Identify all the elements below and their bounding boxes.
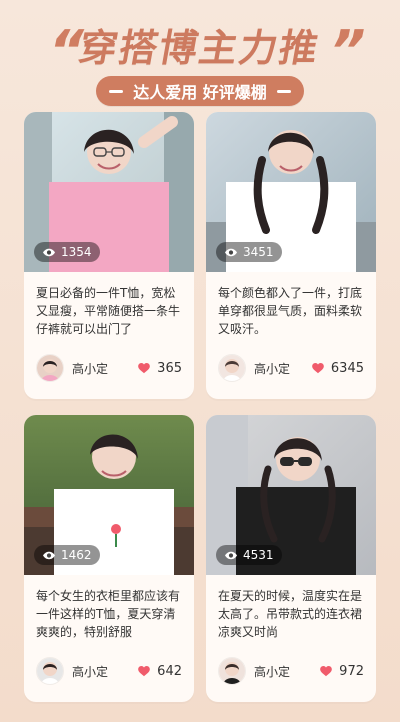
- heart-icon: [319, 665, 333, 677]
- subtitle-right-dash: [276, 89, 291, 93]
- likes[interactable]: 642: [137, 664, 182, 679]
- post-description: 每个颜色都入了一件，打底单穿都很显气质，面料柔软又吸汗。: [218, 286, 363, 336]
- post-card[interactable]: 1462 每个女生的衣柜里都应该有一件这样的T恤，夏天穿清爽爽的，特别舒服 高小: [24, 415, 194, 702]
- card-body: 夏日必备的一件T恤，宽松又显瘦，平常随便搭一条牛仔裤就可以出门了 高小定 365: [24, 272, 194, 395]
- views-count: 3451: [243, 245, 274, 259]
- post-photo[interactable]: 4531: [206, 415, 376, 575]
- right-quote: ”: [321, 19, 372, 84]
- eye-icon: [224, 551, 238, 560]
- post-grid: 1354 夏日必备的一件T恤，宽松又显瘦，平常随便搭一条牛仔裤就可以出门了 高小: [24, 112, 376, 702]
- avatar[interactable]: [218, 657, 246, 685]
- heart-icon: [311, 362, 325, 374]
- subtitle-pill: 达人爱用 好评爆棚: [96, 76, 304, 106]
- author-name[interactable]: 高小定: [72, 360, 137, 377]
- subtitle-text: 达人爱用 好评爆棚: [133, 83, 267, 102]
- post-card[interactable]: 4531 在夏天的时候，温度实在是太高了。吊带款式的连衣裙凉爽又时尚 高小定 9…: [206, 415, 376, 702]
- post-meta: 高小定 642: [36, 657, 182, 685]
- post-meta: 高小定 365: [36, 354, 182, 382]
- post-card[interactable]: 3451 每个颜色都入了一件，打底单穿都很显气质，面料柔软又吸汗。 高小定 63…: [206, 112, 376, 399]
- likes[interactable]: 365: [137, 361, 182, 376]
- views-badge: 1462: [34, 545, 100, 565]
- page-background: “ 穿搭博主力推 ” 达人爱用 好评爆棚 1354 夏日必备的一件T恤，宽松又显…: [0, 0, 400, 722]
- views-badge: 3451: [216, 242, 282, 262]
- views-count: 1462: [61, 548, 92, 562]
- likes-count: 642: [157, 663, 182, 679]
- card-body: 在夏天的时候，温度实在是太高了。吊带款式的连衣裙凉爽又时尚 高小定 972: [206, 575, 376, 698]
- post-photo[interactable]: 1462: [24, 415, 194, 575]
- heart-icon: [137, 362, 151, 374]
- subtitle-left-dash: [109, 89, 124, 93]
- card-body: 每个女生的衣柜里都应该有一件这样的T恤，夏天穿清爽爽的，特别舒服 高小定 642: [24, 575, 194, 698]
- views-badge: 1354: [34, 242, 100, 262]
- eye-icon: [42, 248, 56, 257]
- post-description: 在夏天的时候，温度实在是太高了。吊带款式的连衣裙凉爽又时尚: [218, 589, 363, 639]
- views-count: 1354: [61, 245, 92, 259]
- eye-icon: [42, 551, 56, 560]
- post-photo[interactable]: 1354: [24, 112, 194, 272]
- views-badge: 4531: [216, 545, 282, 565]
- page-title: 穿搭博主力推: [75, 25, 324, 70]
- avatar[interactable]: [218, 354, 246, 382]
- header: “ 穿搭博主力推 ” 达人爱用 好评爆棚: [0, 19, 400, 106]
- title-row: “ 穿搭博主力推 ”: [0, 19, 400, 84]
- post-description: 夏日必备的一件T恤，宽松又显瘦，平常随便搭一条牛仔裤就可以出门了: [36, 286, 181, 336]
- post-meta: 高小定 6345: [218, 354, 364, 382]
- avatar[interactable]: [36, 354, 64, 382]
- views-count: 4531: [243, 548, 274, 562]
- post-card[interactable]: 1354 夏日必备的一件T恤，宽松又显瘦，平常随便搭一条牛仔裤就可以出门了 高小: [24, 112, 194, 399]
- likes[interactable]: 972: [319, 664, 364, 679]
- eye-icon: [224, 248, 238, 257]
- likes[interactable]: 6345: [311, 361, 364, 376]
- post-description: 每个女生的衣柜里都应该有一件这样的T恤，夏天穿清爽爽的，特别舒服: [36, 589, 181, 639]
- author-name[interactable]: 高小定: [254, 663, 319, 680]
- likes-count: 365: [157, 360, 182, 376]
- author-name[interactable]: 高小定: [254, 360, 311, 377]
- likes-count: 972: [339, 663, 364, 679]
- author-name[interactable]: 高小定: [72, 663, 137, 680]
- likes-count: 6345: [330, 360, 364, 376]
- card-body: 每个颜色都入了一件，打底单穿都很显气质，面料柔软又吸汗。 高小定 6345: [206, 272, 376, 395]
- avatar[interactable]: [36, 657, 64, 685]
- post-meta: 高小定 972: [218, 657, 364, 685]
- heart-icon: [137, 665, 151, 677]
- post-photo[interactable]: 3451: [206, 112, 376, 272]
- left-quote: “: [41, 19, 92, 84]
